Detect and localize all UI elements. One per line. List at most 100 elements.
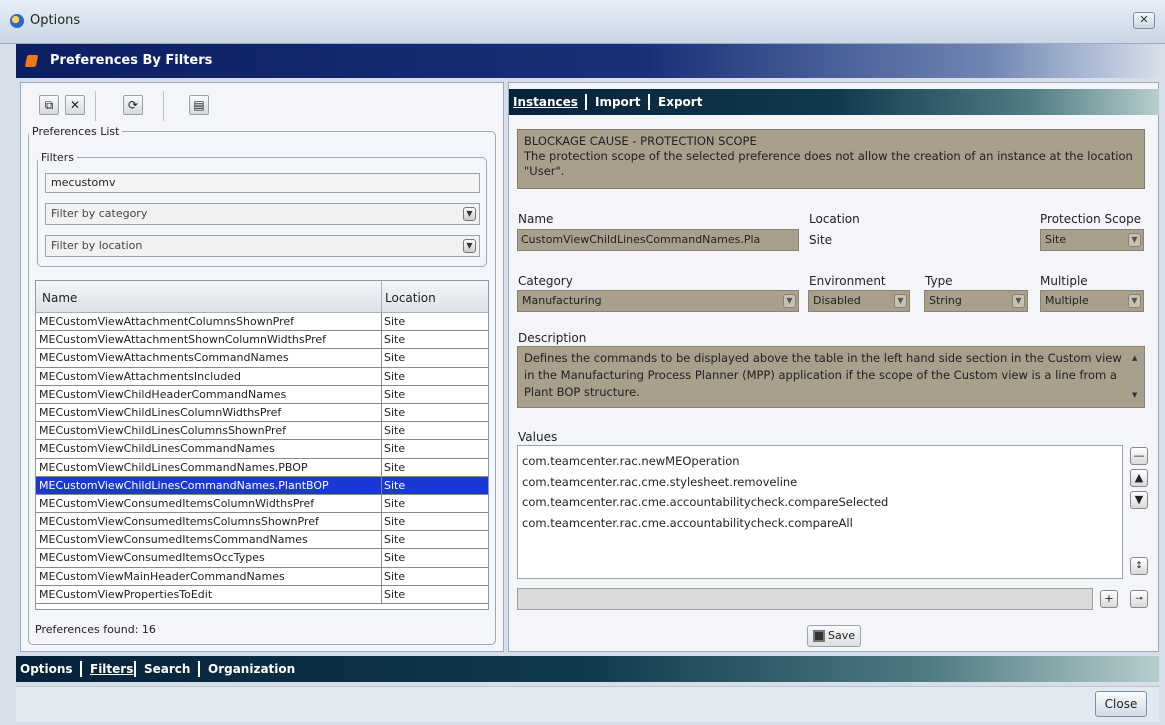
detail-tabbar: Instances Import Export [509,89,1159,115]
preference-name-cell: MECustomViewConsumedItemsColumnsShownPre… [39,515,319,529]
preference-name-cell: MECustomViewChildLinesCommandNames.Plant… [39,478,329,492]
description-label: Description [518,331,587,345]
table-row[interactable]: MECustomViewMainHeaderCommandNames Site [36,567,488,586]
close-button[interactable]: Close [1095,691,1147,717]
new-value-input[interactable] [517,588,1093,610]
table-row[interactable]: MECustomViewChildLinesColumnsShownPref Si… [36,422,488,441]
blockage-message: BLOCKAGE CAUSE - PROTECTION SCOPE The pr… [517,129,1145,189]
preference-location-cell: Site [384,478,406,492]
nav-search[interactable]: Search [144,662,190,676]
window-close-button[interactable]: ✕ [1133,12,1155,29]
save-button[interactable]: Save [807,625,861,647]
sort-values-button[interactable]: ↕ [1130,557,1148,575]
table-row[interactable]: MECustomViewChildLinesCommandNames.Plant… [36,476,488,495]
filter-location-select[interactable]: Filter by location ▼ [45,235,480,257]
table-row[interactable]: MECustomViewConsumedItemsColumnsShownPre… [36,513,488,532]
table-row[interactable]: MECustomViewConsumedItemsOccTypes Site [36,549,488,568]
name-field: CustomViewChildLinesCommandNames.Pla [517,229,799,251]
table-row[interactable]: MECustomViewAttachmentsCommandNames Site [36,349,488,368]
toolbar-divider [163,91,164,121]
category-select: Manufacturing ▼ [517,290,799,312]
table-row[interactable]: MECustomViewAttachmentColumnsShownPref Si… [36,313,488,332]
table-row[interactable]: MECustomViewAttachmentShownColumnWidthsP… [36,331,488,350]
column-header-location[interactable]: Location [385,291,436,305]
table-body: MECustomViewAttachmentColumnsShownPref Si… [36,313,488,604]
filter-category-select[interactable]: Filter by category ▼ [45,203,480,225]
remove-value-button[interactable]: — [1130,447,1148,465]
save-icon [813,630,825,642]
description-scrollbar[interactable]: ▲ ▼ [1130,350,1142,404]
scroll-up-icon[interactable]: ▲ [1132,350,1137,367]
filter-text-input[interactable]: mecustomv [45,173,480,193]
column-divider[interactable] [381,281,382,313]
tab-import[interactable]: Import [595,95,640,109]
tab-instances[interactable]: Instances [513,95,578,109]
window-title: Options [30,13,81,28]
multiple-label: Multiple [1040,274,1088,288]
chevron-down-icon: ▼ [1128,294,1141,308]
add-value-button[interactable]: + [1100,590,1118,608]
environment-label: Environment [809,274,886,288]
chevron-down-icon: ▼ [783,294,796,308]
blockage-text: The protection scope of the selected pre… [524,149,1133,178]
table-row[interactable]: MECustomViewChildLinesCommandNames Site [36,440,488,459]
filter-location-value: Filter by location [51,239,143,252]
multiple-select: Multiple ▼ [1040,290,1144,312]
environment-value: Disabled [813,294,861,307]
table-row[interactable]: MECustomViewChildLinesCommandNames.PBOP S… [36,458,488,477]
preference-location-cell: Site [384,533,406,547]
list-item[interactable]: com.teamcenter.rac.newMEOperation [522,451,1118,472]
column-header-name[interactable]: Name [42,291,77,305]
protection-scope-label: Protection Scope [1040,212,1142,226]
table-row[interactable]: MECustomViewChildHeaderCommandNames Site [36,385,488,404]
type-label: Type [925,274,953,288]
key-icon[interactable]: ⊸ [1130,590,1148,608]
table-row[interactable]: MECustomViewConsumedItemsColumnWidthsPre… [36,494,488,514]
bottom-nav: Options Filters Search Organization [16,656,1159,682]
list-item[interactable]: com.teamcenter.rac.cme.accountabilityche… [522,492,1118,513]
scroll-down-icon[interactable]: ▼ [1132,387,1137,404]
preference-location-cell: Site [384,515,406,529]
list-item[interactable]: com.teamcenter.rac.cme.stylesheet.remove… [522,472,1118,493]
banner-title: Preferences By Filters [50,53,213,68]
chevron-down-icon: ▼ [1128,233,1141,247]
copy-icon[interactable]: ⧉ [39,95,59,115]
preference-location-cell: Site [384,387,406,401]
table-row[interactable]: MECustomViewPropertiesToEdit Site [36,585,488,604]
nav-options[interactable]: Options [20,662,73,676]
preference-location-cell: Site [384,460,406,474]
export-icon[interactable]: ▤ [189,95,209,115]
preference-name-cell: MECustomViewPropertiesToEdit [39,587,213,601]
preference-name-cell: MECustomViewAttachmentShownColumnWidthsP… [39,333,326,347]
preferences-list-panel: ⧉ ✕ ⟳ ▤ Preferences List Filters mecusto… [20,82,504,652]
move-up-button[interactable]: ▲ [1130,469,1148,487]
table-row[interactable]: MECustomViewChildLinesColumnWidthsPref Si… [36,403,488,423]
list-item[interactable]: com.teamcenter.rac.cme.accountabilityche… [522,513,1118,534]
preferences-table: Name Location MECustomViewAttachmentColu… [35,280,489,610]
type-select: String ▼ [924,290,1028,312]
table-row[interactable]: MECustomViewAttachmentsIncluded Site [36,367,488,386]
toolbar-divider [95,91,96,121]
refresh-icon[interactable]: ⟳ [123,95,143,115]
description-text: Defines the commands to be displayed abo… [517,346,1145,408]
tab-divider [585,94,587,110]
values-label: Values [518,430,558,444]
category-value: Manufacturing [522,294,602,307]
preference-location-cell: Site [384,442,406,456]
delete-icon[interactable]: ✕ [65,95,85,115]
nav-filters[interactable]: Filters [90,662,133,676]
preference-name-cell: MECustomViewConsumedItemsCommandNames [39,533,308,547]
preference-location-cell: Site [384,315,406,328]
table-row[interactable]: MECustomViewConsumedItemsCommandNames Sit… [36,531,488,550]
preference-location-cell: Site [384,351,406,365]
description-value: Defines the commands to be displayed abo… [524,351,1122,399]
environment-select: Disabled ▼ [808,290,910,312]
preference-location-cell: Site [384,496,406,510]
tab-export[interactable]: Export [658,95,702,109]
nav-organization[interactable]: Organization [208,662,295,676]
window-titlebar: Options ✕ [0,0,1165,44]
move-down-button[interactable]: ▼ [1130,491,1148,509]
nav-divider [80,661,82,677]
preference-location-cell: Site [384,333,406,347]
table-header: Name Location [36,281,488,313]
